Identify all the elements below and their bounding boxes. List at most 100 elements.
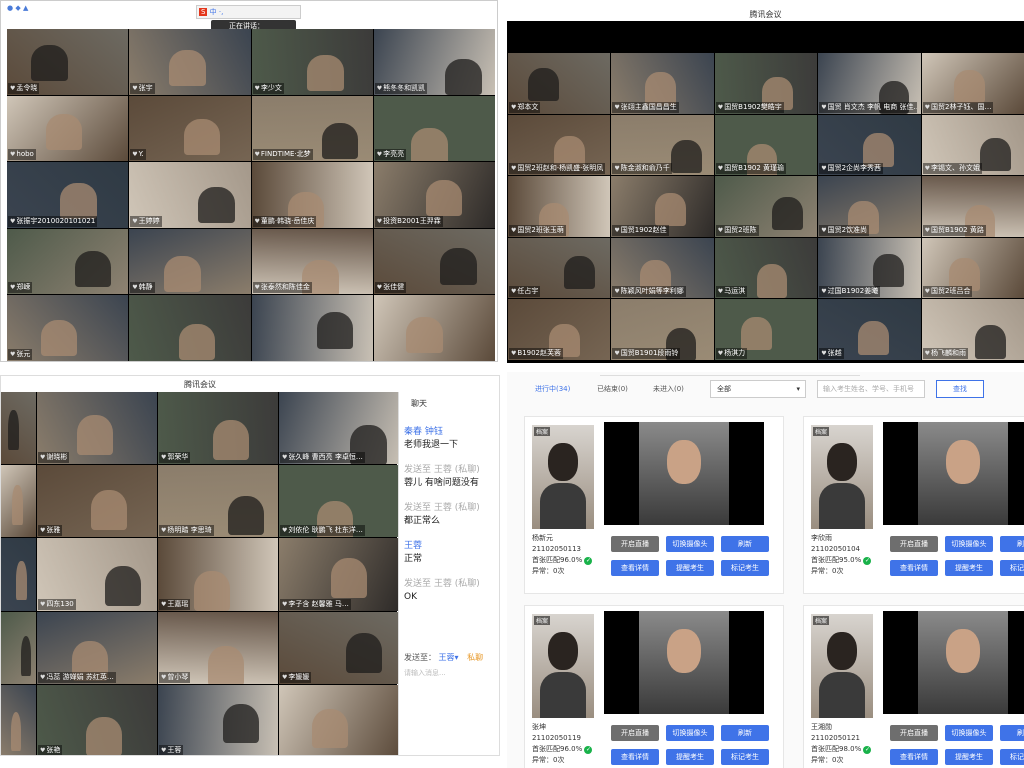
video-tile[interactable]: 张佳健	[373, 228, 495, 295]
video-tile[interactable]: 刘依伦 耿鹏飞 杜东洋…	[279, 465, 400, 538]
video-tile[interactable]: Y.	[129, 95, 251, 162]
video-tile[interactable]: 国贸B1902樊皓宇	[714, 53, 818, 114]
video-tile[interactable]: 国贸2班张玉萌	[508, 176, 611, 237]
switch-camera-button[interactable]: 切换摄像头	[666, 536, 714, 552]
video-tile[interactable]: 曾小琴	[158, 611, 278, 684]
video-tile[interactable]: 陈金淑和俞乃千	[611, 114, 714, 176]
video-tile[interactable]: 王嘉瑶	[158, 538, 278, 611]
ime-toolbar[interactable]: S 中 ·,	[196, 5, 301, 19]
video-tile[interactable]: 马运淇	[714, 237, 818, 299]
video-tile[interactable]: 国贸1902赵佳	[611, 176, 714, 237]
video-tile[interactable]: 郭荣华	[158, 392, 278, 465]
view-details-button[interactable]: 查看详情	[890, 749, 938, 765]
refresh-button[interactable]: 刷新	[721, 536, 769, 552]
video-tile[interactable]	[373, 295, 495, 361]
video-tile[interactable]	[129, 295, 251, 361]
refresh-button[interactable]: 刷新	[1000, 536, 1024, 552]
profile-photo[interactable]	[811, 425, 873, 529]
start-live-button[interactable]: 开启直播	[611, 725, 659, 741]
live-camera-view[interactable]	[883, 422, 1024, 525]
tab-not-entered[interactable]: 未进入(0)	[653, 381, 684, 397]
send-to-recipient[interactable]: 王蓉	[439, 653, 455, 662]
video-tile[interactable]: 任占宇	[508, 237, 611, 299]
video-tile[interactable]: 冯蕊 游婵娟 苏红英…	[37, 611, 157, 684]
video-tile[interactable]	[1, 392, 36, 465]
video-tile[interactable]: 李亮亮	[373, 95, 495, 162]
status-select[interactable]: 全部 ▾	[710, 380, 806, 398]
video-tile[interactable]: 李少文	[251, 29, 373, 95]
video-tile[interactable]: 四东130	[37, 538, 157, 611]
video-tile[interactable]	[1, 611, 36, 684]
remind-student-button[interactable]: 提醒考生	[666, 560, 714, 576]
view-details-button[interactable]: 查看详情	[890, 560, 938, 576]
live-camera-view[interactable]	[883, 611, 1024, 714]
mark-student-button[interactable]: 标记考生	[721, 560, 769, 576]
video-tile[interactable]	[1, 465, 36, 538]
refresh-button[interactable]: 刷新	[1000, 725, 1024, 741]
video-tile[interactable]: 董鹏·韩骁·岳佳庆	[251, 162, 373, 228]
mark-student-button[interactable]: 标记考生	[1000, 560, 1024, 576]
video-tile[interactable]: 张宇	[129, 29, 251, 95]
video-tile[interactable]: 李锡文、孙文娥	[921, 114, 1024, 176]
video-tile[interactable]: 国贸2林子钰、国…	[921, 53, 1024, 114]
video-tile[interactable]: 王婷婷	[129, 162, 251, 228]
live-camera-view[interactable]	[604, 422, 764, 525]
video-tile[interactable]: 过国B1902姜曦	[818, 237, 921, 299]
video-tile[interactable]	[279, 684, 400, 755]
video-tile[interactable]: 李媛媛	[279, 611, 400, 684]
video-tile[interactable]: 孟令晓	[7, 29, 129, 95]
video-tile[interactable]: 张越	[818, 299, 921, 360]
video-tile[interactable]: 张翊主鑫国昌昌生	[611, 53, 714, 114]
mark-student-button[interactable]: 标记考生	[1000, 749, 1024, 765]
video-tile[interactable]: hobo	[7, 95, 129, 162]
video-tile[interactable]: 张雅	[37, 465, 157, 538]
video-tile[interactable]: 国贸B1902 黄路	[921, 176, 1024, 237]
video-tile[interactable]: B1902赵芙蓉	[508, 299, 611, 360]
switch-camera-button[interactable]: 切换摄像头	[945, 536, 993, 552]
video-tile[interactable]: 陈颖风叶娟等李利娜	[611, 237, 714, 299]
profile-photo[interactable]	[532, 425, 594, 529]
chat-input[interactable]: 请输入消息...	[404, 668, 446, 678]
video-tile[interactable]: 杨飞麟和雨	[921, 299, 1024, 360]
video-tile[interactable]: 郑本文	[508, 53, 611, 114]
live-camera-view[interactable]	[604, 611, 764, 714]
view-details-button[interactable]: 查看详情	[611, 749, 659, 765]
video-tile[interactable]: FINDTIME·北梦	[251, 95, 373, 162]
video-tile[interactable]: 国贸B1902 黄瑾瑜	[714, 114, 818, 176]
refresh-button[interactable]: 刷新	[721, 725, 769, 741]
profile-photo[interactable]	[811, 614, 873, 718]
video-tile[interactable]: 郑嵘	[7, 228, 129, 295]
tab-ended[interactable]: 已结束(0)	[597, 381, 628, 397]
video-tile[interactable]: 张艳	[37, 684, 157, 755]
video-tile[interactable]: 国贸2班吕合	[921, 237, 1024, 299]
video-tile[interactable]: 国贸 肖文杰 李帆 电商 张佳…	[818, 53, 921, 114]
video-tile[interactable]: 李子含 赵馨雅 马…	[279, 538, 400, 611]
view-details-button[interactable]: 查看详情	[611, 560, 659, 576]
switch-camera-button[interactable]: 切换摄像头	[945, 725, 993, 741]
video-tile[interactable]	[1, 684, 36, 755]
send-to-row[interactable]: 发送至： 王蓉▾ 私聊	[404, 652, 483, 663]
video-tile[interactable]	[251, 295, 373, 361]
video-tile[interactable]: 国贸2企尚李秀茜	[818, 114, 921, 176]
video-tile[interactable]	[1, 538, 36, 611]
video-tile[interactable]: 杨明踏 李思琦	[158, 465, 278, 538]
video-tile[interactable]: 国贸2饮准尚	[818, 176, 921, 237]
video-tile[interactable]: 杨淇力	[714, 299, 818, 360]
switch-camera-button[interactable]: 切换摄像头	[666, 725, 714, 741]
video-tile[interactable]: 谢晓彬	[37, 392, 157, 465]
video-tile[interactable]: 王蓉	[158, 684, 278, 755]
video-tile[interactable]: 国贸B1901段雨铃	[611, 299, 714, 360]
start-live-button[interactable]: 开启直播	[611, 536, 659, 552]
remind-student-button[interactable]: 提醒考生	[666, 749, 714, 765]
start-live-button[interactable]: 开启直播	[890, 536, 938, 552]
profile-photo[interactable]	[532, 614, 594, 718]
video-tile[interactable]: 熊冬冬和凯凯	[373, 29, 495, 95]
start-live-button[interactable]: 开启直播	[890, 725, 938, 741]
video-tile[interactable]: 张久峰 曹西亮 李卓恒…	[279, 392, 400, 465]
tab-in-progress[interactable]: 进行中(34)	[535, 381, 570, 397]
search-button[interactable]: 查找	[936, 380, 984, 398]
video-tile[interactable]: 张泰然和陈佳金	[251, 228, 373, 295]
video-tile[interactable]: 国贸2班陈	[714, 176, 818, 237]
video-tile[interactable]: 投资B2001王羿霖	[373, 162, 495, 228]
video-tile[interactable]: 韩静	[129, 228, 251, 295]
